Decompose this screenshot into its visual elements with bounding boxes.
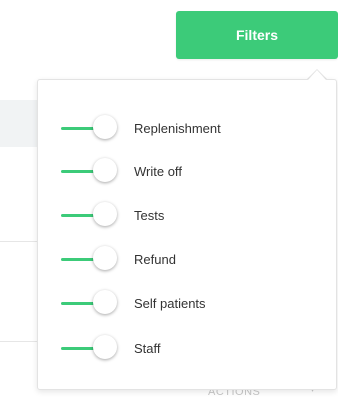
toggle-switch[interactable] bbox=[61, 202, 119, 228]
filter-option-label: Replenishment bbox=[134, 120, 221, 136]
filter-option-label: Tests bbox=[134, 207, 165, 223]
toggle-knob bbox=[93, 115, 117, 139]
toggle-knob bbox=[93, 335, 117, 359]
toggle-switch[interactable] bbox=[61, 246, 119, 272]
filter-option-replenishment[interactable]: Replenishment bbox=[61, 115, 321, 141]
toggle-knob bbox=[93, 158, 117, 182]
toggle-switch[interactable] bbox=[61, 335, 119, 361]
filter-option-write-off[interactable]: Write off bbox=[61, 158, 321, 184]
filters-button[interactable]: Filters bbox=[176, 11, 338, 59]
filters-dropdown-panel: Replenishment Write off Tests Refund Sel… bbox=[37, 79, 337, 390]
toggle-knob bbox=[93, 290, 117, 314]
dropdown-caret-fill bbox=[308, 70, 326, 80]
filter-option-refund[interactable]: Refund bbox=[61, 246, 321, 272]
toggle-knob bbox=[93, 246, 117, 270]
filter-option-staff[interactable]: Staff bbox=[61, 335, 321, 361]
filter-option-self-patients[interactable]: Self patients bbox=[61, 290, 321, 316]
filter-option-label: Staff bbox=[134, 340, 161, 356]
filter-option-label: Write off bbox=[134, 163, 182, 179]
toggle-knob bbox=[93, 202, 117, 226]
filter-option-label: Refund bbox=[134, 251, 176, 267]
toggle-switch[interactable] bbox=[61, 115, 119, 141]
filter-option-tests[interactable]: Tests bbox=[61, 202, 321, 228]
toggle-switch[interactable] bbox=[61, 158, 119, 184]
toggle-switch[interactable] bbox=[61, 290, 119, 316]
filter-option-label: Self patients bbox=[134, 295, 206, 311]
